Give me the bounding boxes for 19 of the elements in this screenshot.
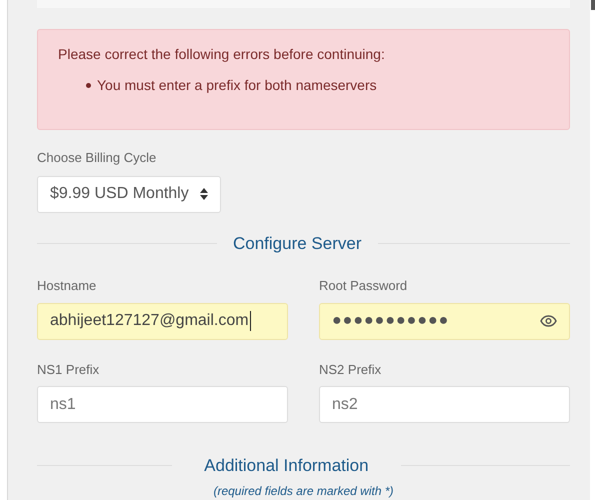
- field-label: NS2 Prefix: [319, 360, 382, 378]
- error-message: You must enter a prefix for both nameservers: [97, 76, 377, 95]
- field-label: NS1 Prefix: [37, 360, 100, 378]
- eye-icon[interactable]: [540, 315, 557, 327]
- field-label: Choose Billing Cycle: [37, 149, 158, 167]
- billing-cycle-select[interactable]: $9.99 USD Monthly: [37, 176, 221, 212]
- sort-caret-icon: [200, 188, 208, 200]
- required-fields-note: (required fields are marked with *): [212, 482, 395, 500]
- password-field[interactable]: ●●●●●●●●●●●: [319, 302, 570, 340]
- text-field[interactable]: ns1: [37, 386, 288, 423]
- field-label: Root Password: [319, 277, 408, 295]
- text-field[interactable]: ns2: [319, 386, 570, 423]
- scrollbar-thumb[interactable]: [591, 0, 595, 10]
- section-heading: Configure Server: [233, 232, 362, 254]
- alert-title: Please correct the following errors before continuing:: [58, 45, 386, 64]
- section-heading: Additional Information: [204, 455, 369, 477]
- text-field[interactable]: abhijeet127127@gmail.com: [37, 302, 288, 340]
- field-label: Hostname: [37, 277, 98, 295]
- bullet-icon: [86, 83, 91, 88]
